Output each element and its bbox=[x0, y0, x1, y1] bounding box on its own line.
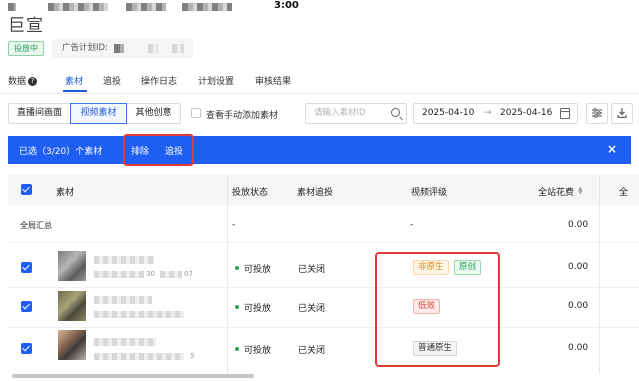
boost-status: 已关闭 bbox=[298, 304, 326, 314]
segment-live-room[interactable]: 直播间画面 bbox=[8, 103, 71, 124]
tab-label: 数据 bbox=[8, 77, 27, 87]
row-divider bbox=[8, 242, 639, 243]
delivery-status: 可投放 bbox=[235, 262, 271, 275]
tab-review-result[interactable]: 审核结果 bbox=[255, 74, 291, 87]
date-range-picker[interactable]: 2025-04-10 → 2025-04-16 bbox=[413, 103, 578, 124]
material-date-fragment: 07 bbox=[184, 270, 193, 278]
column-settings-button[interactable] bbox=[586, 103, 608, 124]
header-video-rating: 视频评级 bbox=[411, 188, 448, 198]
header-delivery-status: 投放状态 bbox=[232, 188, 269, 198]
row-checkbox[interactable] bbox=[21, 301, 32, 312]
boost-status: 已关闭 bbox=[298, 265, 326, 275]
blurred-status-text bbox=[126, 3, 166, 11]
total-cost: 0.00 bbox=[568, 262, 589, 272]
plan-id-label: 广告计划ID: bbox=[62, 43, 108, 53]
material-thumbnail[interactable] bbox=[58, 291, 86, 321]
tab-operation-log[interactable]: 操作日志 bbox=[141, 74, 177, 87]
material-id-masked bbox=[94, 271, 144, 278]
search-icon[interactable] bbox=[391, 108, 400, 117]
search-placeholder: 请输入素材ID bbox=[314, 108, 366, 118]
plan-id-box: 广告计划ID: bbox=[52, 39, 193, 58]
material-name-masked bbox=[94, 296, 152, 304]
plan-id-masked bbox=[172, 44, 184, 53]
calendar-icon bbox=[560, 108, 570, 119]
sort-icon[interactable]: ▲ ▼ bbox=[578, 186, 583, 196]
blurred-status-text bbox=[48, 3, 108, 11]
material-thumbnail[interactable] bbox=[58, 251, 86, 281]
status-bar: 3:00 bbox=[0, 0, 639, 14]
divider bbox=[0, 93, 639, 94]
header-material-boost: 素材追投 bbox=[297, 188, 334, 198]
material-id-fragment: 30 bbox=[146, 270, 155, 278]
main-tabs: 数据? 素材 追投 操作日志 计划设置 审核结果 bbox=[0, 72, 639, 94]
clock-time: 3:00 bbox=[274, 0, 299, 11]
column-divider bbox=[599, 175, 600, 374]
horizontal-scrollbar[interactable] bbox=[12, 374, 254, 378]
material-date-masked bbox=[160, 271, 182, 278]
header-truncated: 全 bbox=[619, 188, 629, 198]
selection-count: 已选（3/20）个素材 bbox=[19, 147, 103, 157]
plan-id-masked bbox=[114, 44, 124, 53]
highlight-box bbox=[123, 134, 194, 166]
boost-status: 已关闭 bbox=[298, 346, 326, 356]
header-total-cost[interactable]: 全站花费 ▲ ▼ bbox=[538, 185, 583, 199]
total-cost: 0.00 bbox=[568, 301, 589, 311]
close-icon[interactable]: × bbox=[607, 142, 617, 156]
delivery-status-text: 可投放 bbox=[244, 346, 272, 356]
segment-other-creative[interactable]: 其他创意 bbox=[126, 103, 181, 124]
manual-material-checkbox[interactable] bbox=[191, 108, 201, 118]
tab-material[interactable]: 素材 bbox=[65, 74, 83, 87]
active-tab-indicator bbox=[63, 90, 87, 92]
status-badge: 投放中 bbox=[8, 41, 44, 56]
arrow-right-icon: → bbox=[484, 108, 492, 118]
table-header: 素材 投放状态 素材追投 视频评级 全站花费 ▲ ▼ 全 bbox=[8, 175, 639, 205]
material-date-fragment: 5 bbox=[190, 352, 195, 360]
select-all-checkbox[interactable] bbox=[21, 184, 32, 195]
delivery-status: 可投放 bbox=[235, 343, 271, 356]
status-dot bbox=[235, 305, 239, 309]
plan-id-masked bbox=[148, 44, 158, 53]
material-name-masked bbox=[94, 256, 154, 264]
status-dot bbox=[235, 347, 239, 351]
row-divider bbox=[8, 287, 639, 288]
selection-bar: 已选（3/20）个素材 排除 追投 × bbox=[8, 136, 631, 164]
download-button[interactable] bbox=[611, 103, 633, 124]
summary-label: 全局汇总 bbox=[20, 221, 52, 230]
delivery-status-text: 可投放 bbox=[244, 304, 272, 314]
summary-status: - bbox=[232, 220, 236, 230]
blurred-status-icon bbox=[8, 3, 16, 11]
sliders-icon bbox=[592, 108, 602, 118]
date-end: 2025-04-16 bbox=[500, 108, 553, 118]
summary-rating: - bbox=[410, 220, 414, 230]
tab-boost[interactable]: 追投 bbox=[103, 74, 121, 87]
delivery-status-text: 可投放 bbox=[244, 265, 272, 275]
material-id-masked bbox=[94, 311, 184, 318]
manual-material-label: 查看手动添加素材 bbox=[206, 111, 279, 121]
help-icon[interactable]: ? bbox=[28, 77, 38, 86]
material-name-masked bbox=[94, 338, 156, 346]
segment-video-material[interactable]: 视频素材 bbox=[70, 103, 127, 124]
total-cost: 0.00 bbox=[568, 343, 589, 353]
row-divider bbox=[8, 327, 639, 328]
brand-logo: 巨宣 bbox=[8, 16, 44, 36]
header-material: 素材 bbox=[56, 188, 75, 198]
tab-data[interactable]: 数据? bbox=[8, 74, 38, 87]
tab-plan-settings[interactable]: 计划设置 bbox=[198, 74, 234, 87]
date-start: 2025-04-10 bbox=[422, 108, 475, 118]
row-checkbox[interactable] bbox=[21, 262, 32, 273]
summary-cost: 0.00 bbox=[568, 220, 589, 230]
blurred-status-text bbox=[182, 3, 232, 11]
highlight-box bbox=[375, 252, 500, 367]
column-divider bbox=[227, 175, 228, 374]
download-icon bbox=[617, 108, 627, 118]
status-dot bbox=[235, 266, 239, 270]
row-checkbox[interactable] bbox=[21, 343, 32, 354]
header-total-cost-label: 全站花费 bbox=[538, 188, 575, 198]
material-id-masked bbox=[94, 353, 184, 360]
delivery-status: 可投放 bbox=[235, 301, 271, 314]
search-input[interactable]: 请输入素材ID bbox=[305, 103, 407, 124]
material-thumbnail[interactable] bbox=[58, 330, 86, 360]
